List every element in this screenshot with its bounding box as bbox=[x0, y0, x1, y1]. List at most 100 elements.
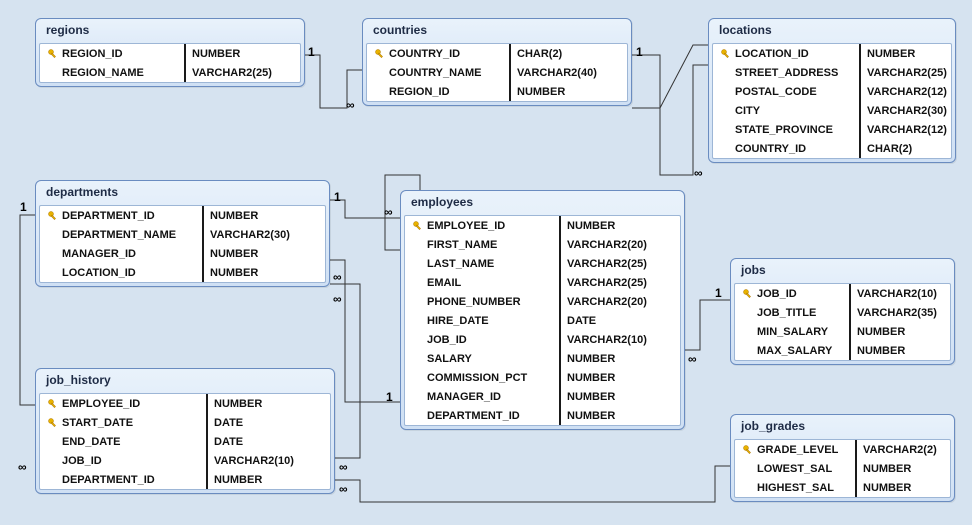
column-type: VARCHAR2(2) bbox=[857, 440, 950, 459]
column-name: MIN_SALARY bbox=[735, 322, 849, 341]
column-type: VARCHAR2(10) bbox=[208, 451, 330, 470]
column-name: STREET_ADDRESS bbox=[713, 63, 859, 82]
column-type: VARCHAR2(25) bbox=[561, 254, 680, 273]
column-type: VARCHAR2(20) bbox=[561, 235, 680, 254]
column-name: LOCATION_ID bbox=[713, 44, 859, 63]
cardinality-one: 1 bbox=[308, 45, 315, 59]
primary-key-icon bbox=[47, 398, 59, 410]
column-name: EMPLOYEE_ID bbox=[40, 394, 206, 413]
cardinality-one: 1 bbox=[636, 45, 643, 59]
column-name: EMAIL bbox=[405, 273, 559, 292]
column-type: DATE bbox=[208, 432, 330, 451]
column-name: JOB_ID bbox=[40, 451, 206, 470]
column-name: POSTAL_CODE bbox=[713, 82, 859, 101]
column-name: EMPLOYEE_ID bbox=[405, 216, 559, 235]
column-name: REGION_ID bbox=[40, 44, 184, 63]
column-name: MAX_SALARY bbox=[735, 341, 849, 360]
column-type: CHAR(2) bbox=[861, 139, 951, 158]
entity-jobs: jobsJOB_IDJOB_TITLEMIN_SALARYMAX_SALARYV… bbox=[730, 258, 955, 365]
cardinality-many: ∞ bbox=[384, 205, 393, 219]
column-name: HIRE_DATE bbox=[405, 311, 559, 330]
primary-key-icon bbox=[47, 417, 59, 429]
column-name: DEPARTMENT_ID bbox=[40, 206, 202, 225]
cardinality-many: ∞ bbox=[688, 352, 697, 366]
column-type: VARCHAR2(40) bbox=[511, 63, 627, 82]
column-name: LOWEST_SAL bbox=[735, 459, 855, 478]
entity-body: GRADE_LEVELLOWEST_SALHIGHEST_SALVARCHAR2… bbox=[734, 439, 951, 498]
column-type: NUMBER bbox=[511, 82, 627, 101]
entity-job_grades: job_gradesGRADE_LEVELLOWEST_SALHIGHEST_S… bbox=[730, 414, 955, 502]
column-type: NUMBER bbox=[186, 44, 300, 63]
column-name: COUNTRY_ID bbox=[367, 44, 509, 63]
column-type: NUMBER bbox=[561, 387, 680, 406]
column-name: END_DATE bbox=[40, 432, 206, 451]
entity-body: REGION_IDREGION_NAMENUMBERVARCHAR2(25) bbox=[39, 43, 301, 83]
column-type: VARCHAR2(10) bbox=[851, 284, 950, 303]
cardinality-one: 1 bbox=[334, 190, 341, 204]
column-name: FIRST_NAME bbox=[405, 235, 559, 254]
column-name: COUNTRY_ID bbox=[713, 139, 859, 158]
entity-title: jobs bbox=[731, 259, 954, 283]
column-name: CITY bbox=[713, 101, 859, 120]
primary-key-icon bbox=[720, 48, 732, 60]
column-name: DEPARTMENT_ID bbox=[40, 470, 206, 489]
column-type: VARCHAR2(35) bbox=[851, 303, 950, 322]
column-type: VARCHAR2(20) bbox=[561, 292, 680, 311]
entity-body: JOB_IDJOB_TITLEMIN_SALARYMAX_SALARYVARCH… bbox=[734, 283, 951, 361]
entity-title: regions bbox=[36, 19, 304, 43]
primary-key-icon bbox=[47, 48, 59, 60]
column-type: VARCHAR2(12) bbox=[861, 82, 951, 101]
cardinality-many: ∞ bbox=[694, 166, 703, 180]
entity-countries: countriesCOUNTRY_IDCOUNTRY_NAMEREGION_ID… bbox=[362, 18, 632, 106]
entity-title: employees bbox=[401, 191, 684, 215]
column-type: NUMBER bbox=[561, 216, 680, 235]
primary-key-icon bbox=[742, 288, 754, 300]
column-type: NUMBER bbox=[561, 406, 680, 425]
column-name: DEPARTMENT_NAME bbox=[40, 225, 202, 244]
column-name: LAST_NAME bbox=[405, 254, 559, 273]
entity-body: EMPLOYEE_IDFIRST_NAMELAST_NAMEEMAILPHONE… bbox=[404, 215, 681, 426]
column-name: GRADE_LEVEL bbox=[735, 440, 855, 459]
column-type: NUMBER bbox=[204, 244, 325, 263]
column-type: NUMBER bbox=[208, 470, 330, 489]
column-type: VARCHAR2(12) bbox=[861, 120, 951, 139]
entity-title: job_grades bbox=[731, 415, 954, 439]
entity-title: departments bbox=[36, 181, 329, 205]
column-type: VARCHAR2(30) bbox=[861, 101, 951, 120]
primary-key-icon bbox=[47, 210, 59, 222]
entity-title: job_history bbox=[36, 369, 334, 393]
entity-title: countries bbox=[363, 19, 631, 43]
column-type: NUMBER bbox=[851, 322, 950, 341]
column-type: NUMBER bbox=[857, 478, 950, 497]
column-type: NUMBER bbox=[208, 394, 330, 413]
column-name: STATE_PROVINCE bbox=[713, 120, 859, 139]
column-type: NUMBER bbox=[561, 349, 680, 368]
entity-departments: departmentsDEPARTMENT_IDDEPARTMENT_NAMEM… bbox=[35, 180, 330, 287]
entity-locations: locationsLOCATION_IDSTREET_ADDRESSPOSTAL… bbox=[708, 18, 956, 163]
entity-regions: regionsREGION_IDREGION_NAMENUMBERVARCHAR… bbox=[35, 18, 305, 87]
column-name: PHONE_NUMBER bbox=[405, 292, 559, 311]
column-type: NUMBER bbox=[561, 368, 680, 387]
column-type: VARCHAR2(10) bbox=[561, 330, 680, 349]
cardinality-many: ∞ bbox=[333, 270, 342, 284]
primary-key-icon bbox=[742, 444, 754, 456]
column-name: JOB_ID bbox=[735, 284, 849, 303]
column-name: JOB_TITLE bbox=[735, 303, 849, 322]
entity-body: DEPARTMENT_IDDEPARTMENT_NAMEMANAGER_IDLO… bbox=[39, 205, 326, 283]
column-type: VARCHAR2(30) bbox=[204, 225, 325, 244]
entity-employees: employeesEMPLOYEE_IDFIRST_NAMELAST_NAMEE… bbox=[400, 190, 685, 430]
column-name: DEPARTMENT_ID bbox=[405, 406, 559, 425]
entity-body: EMPLOYEE_IDSTART_DATEEND_DATEJOB_IDDEPAR… bbox=[39, 393, 331, 490]
entity-body: LOCATION_IDSTREET_ADDRESSPOSTAL_CODECITY… bbox=[712, 43, 952, 159]
column-type: NUMBER bbox=[861, 44, 951, 63]
column-name: COMMISSION_PCT bbox=[405, 368, 559, 387]
column-type: VARCHAR2(25) bbox=[561, 273, 680, 292]
column-name: MANAGER_ID bbox=[40, 244, 202, 263]
column-name: LOCATION_ID bbox=[40, 263, 202, 282]
cardinality-many: ∞ bbox=[333, 292, 342, 306]
column-type: NUMBER bbox=[857, 459, 950, 478]
cardinality-one: 1 bbox=[386, 390, 393, 404]
column-name: COUNTRY_NAME bbox=[367, 63, 509, 82]
entity-job_history: job_historyEMPLOYEE_IDSTART_DATEEND_DATE… bbox=[35, 368, 335, 494]
column-name: REGION_NAME bbox=[40, 63, 184, 82]
